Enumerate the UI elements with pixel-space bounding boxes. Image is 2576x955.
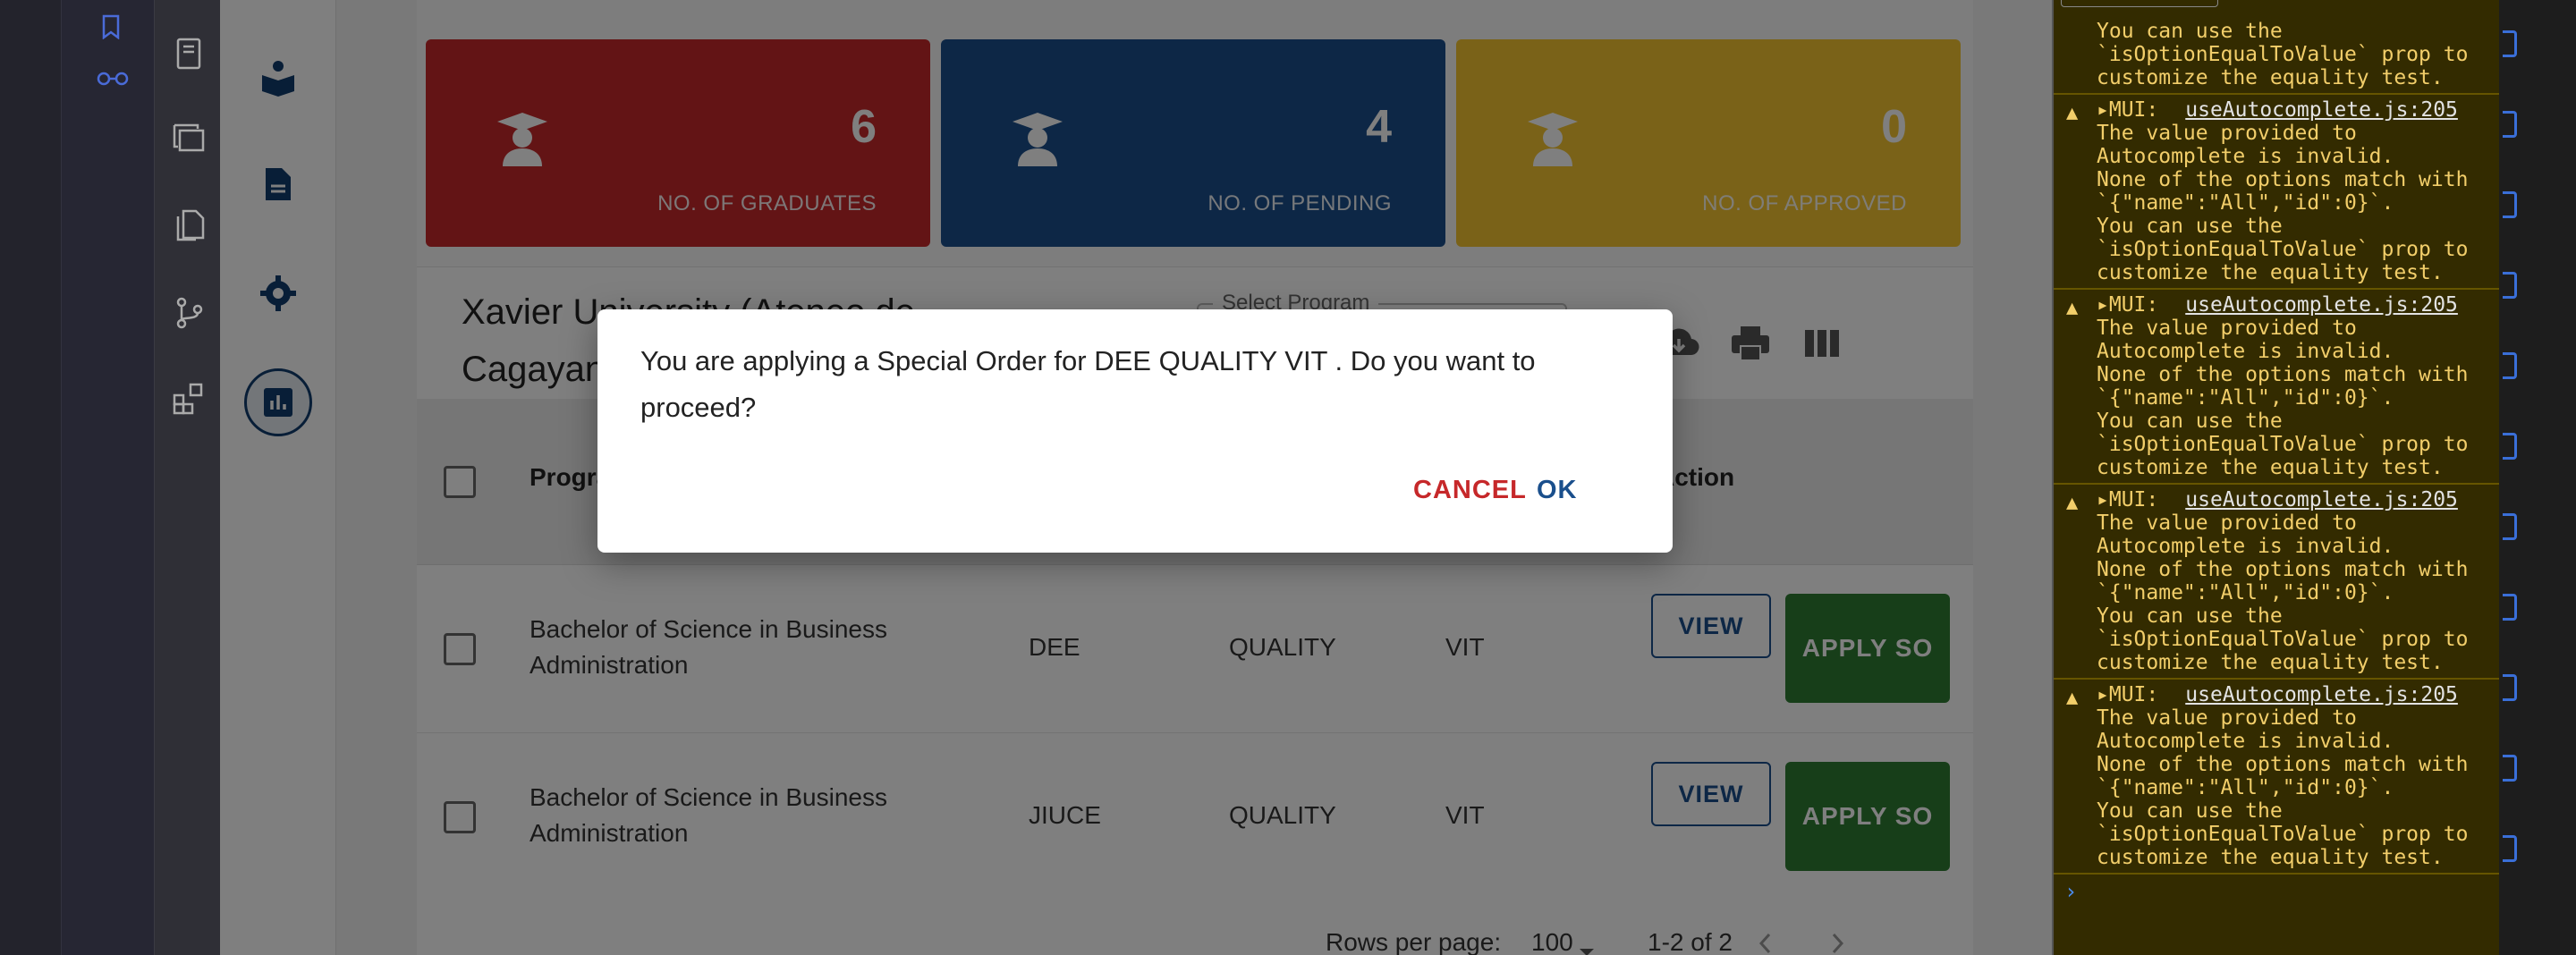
- console-source-link[interactable]: useAutocomplete.js:205: [2185, 293, 2458, 317]
- console-message: The value provided to Autocomplete is in…: [2097, 122, 2469, 284]
- bracket-marker: [2503, 272, 2517, 299]
- windows-icon[interactable]: [171, 120, 207, 156]
- source-control-icon[interactable]: [171, 295, 207, 331]
- notebook-icon[interactable]: [171, 36, 207, 72]
- bracket-marker: [2503, 755, 2517, 782]
- console-source-link[interactable]: useAutocomplete.js:205: [2185, 488, 2458, 511]
- console-prefix[interactable]: ▸MUI:: [2097, 683, 2158, 706]
- bracket-marker: [2503, 513, 2517, 540]
- bracket-marker: [2503, 835, 2517, 862]
- editor-margin: [61, 0, 154, 955]
- confirm-dialog: You are applying a Special Order for DEE…: [597, 309, 1673, 553]
- console-source-link[interactable]: useAutocomplete.js:205: [2185, 683, 2458, 706]
- warning-icon: ▲: [2066, 297, 2079, 319]
- console-entry: ▲ ▸MUI: useAutocomplete.js:205 The value …: [2054, 485, 2499, 680]
- bracket-marker: [2503, 433, 2517, 460]
- console-message: The value provided to Autocomplete is in…: [2097, 317, 2469, 479]
- console-entry: ▲ ▸MUI: useAutocomplete.js:205 The value …: [2054, 95, 2499, 290]
- cancel-button[interactable]: CANCEL: [1413, 476, 1527, 505]
- glasses-icon[interactable]: [96, 66, 130, 94]
- files-icon[interactable]: [171, 207, 207, 243]
- console-prefix[interactable]: ▸MUI:: [2097, 488, 2158, 511]
- console-entry: ▲ ▸MUI: useAutocomplete.js:205 The value …: [2054, 290, 2499, 485]
- warning-icon: ▲: [2066, 687, 2079, 709]
- bookmark-icon[interactable]: [101, 14, 121, 46]
- console-filter-bar: [2054, 0, 2499, 16]
- editor-gutter: [0, 0, 61, 955]
- editor-minimap: [2499, 0, 2576, 955]
- bracket-marker: [2503, 111, 2517, 138]
- console-message: You can use the `isOptionEqualToValue` p…: [2097, 20, 2469, 89]
- console-entry: ▲ ▸MUI: useAutocomplete.js:205 The value …: [2054, 680, 2499, 875]
- console-filter-input[interactable]: [2061, 0, 2218, 7]
- warning-icon: ▲: [2066, 102, 2079, 124]
- ok-button[interactable]: OK: [1537, 476, 1578, 505]
- devtools-console: You can use the `isOptionEqualToValue` p…: [2052, 0, 2499, 955]
- console-source-link[interactable]: useAutocomplete.js:205: [2185, 98, 2458, 122]
- extensions-icon[interactable]: [171, 381, 207, 417]
- console-prompt[interactable]: ›: [2054, 875, 2499, 909]
- warning-icon: ▲: [2066, 492, 2079, 514]
- console-message: The value provided to Autocomplete is in…: [2097, 706, 2469, 869]
- console-prefix[interactable]: ▸MUI:: [2097, 98, 2158, 122]
- console-message: The value provided to Autocomplete is in…: [2097, 511, 2469, 674]
- activity-bar: [154, 0, 220, 955]
- dialog-message: You are applying a Special Order for DEE…: [640, 345, 1536, 423]
- bracket-marker: [2503, 191, 2517, 218]
- bracket-marker: [2503, 674, 2517, 701]
- console-prefix[interactable]: ▸MUI:: [2097, 293, 2158, 317]
- bracket-marker: [2503, 594, 2517, 621]
- bracket-marker: [2503, 30, 2517, 57]
- bracket-marker: [2503, 352, 2517, 379]
- console-entry: You can use the `isOptionEqualToValue` p…: [2054, 16, 2499, 95]
